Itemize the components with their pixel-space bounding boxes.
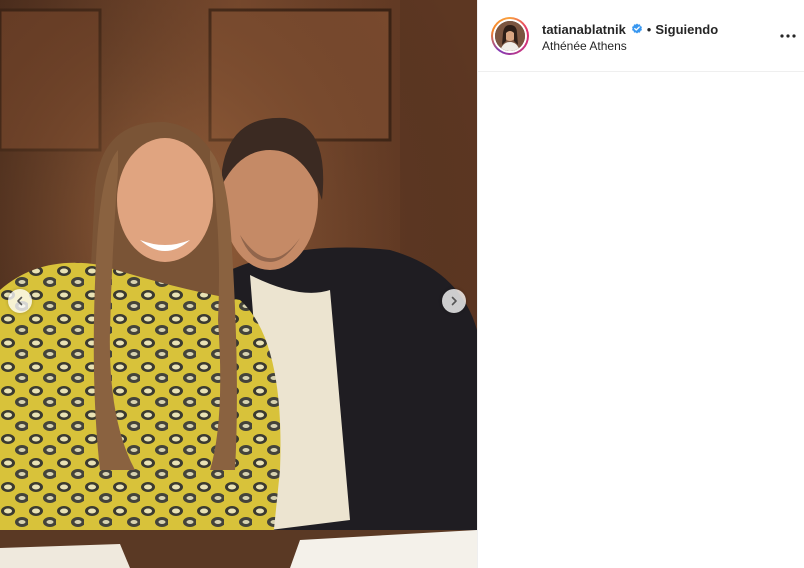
more-options-icon [780, 34, 796, 38]
profile-photo [495, 21, 525, 51]
location-link[interactable]: Athénée Athens [542, 39, 718, 53]
story-ring[interactable] [491, 17, 529, 55]
chevron-left-icon [17, 296, 23, 306]
post-header: tatianablatnik • Siguiendo Athénée Athen… [478, 0, 804, 72]
post-media[interactable] [0, 0, 477, 568]
more-options-button[interactable] [778, 26, 798, 46]
chevron-right-icon [451, 296, 457, 306]
separator-dot: • [646, 21, 652, 37]
verified-badge-icon [631, 23, 642, 34]
avatar[interactable] [495, 21, 525, 51]
next-image-button[interactable] [442, 289, 466, 313]
following-button[interactable]: Siguiendo [655, 22, 718, 37]
post-photo [0, 0, 477, 568]
username-link[interactable]: tatianablatnik [542, 22, 626, 37]
post-side-panel: tatianablatnik • Siguiendo Athénée Athen… [477, 0, 804, 568]
previous-image-button[interactable] [8, 289, 32, 313]
